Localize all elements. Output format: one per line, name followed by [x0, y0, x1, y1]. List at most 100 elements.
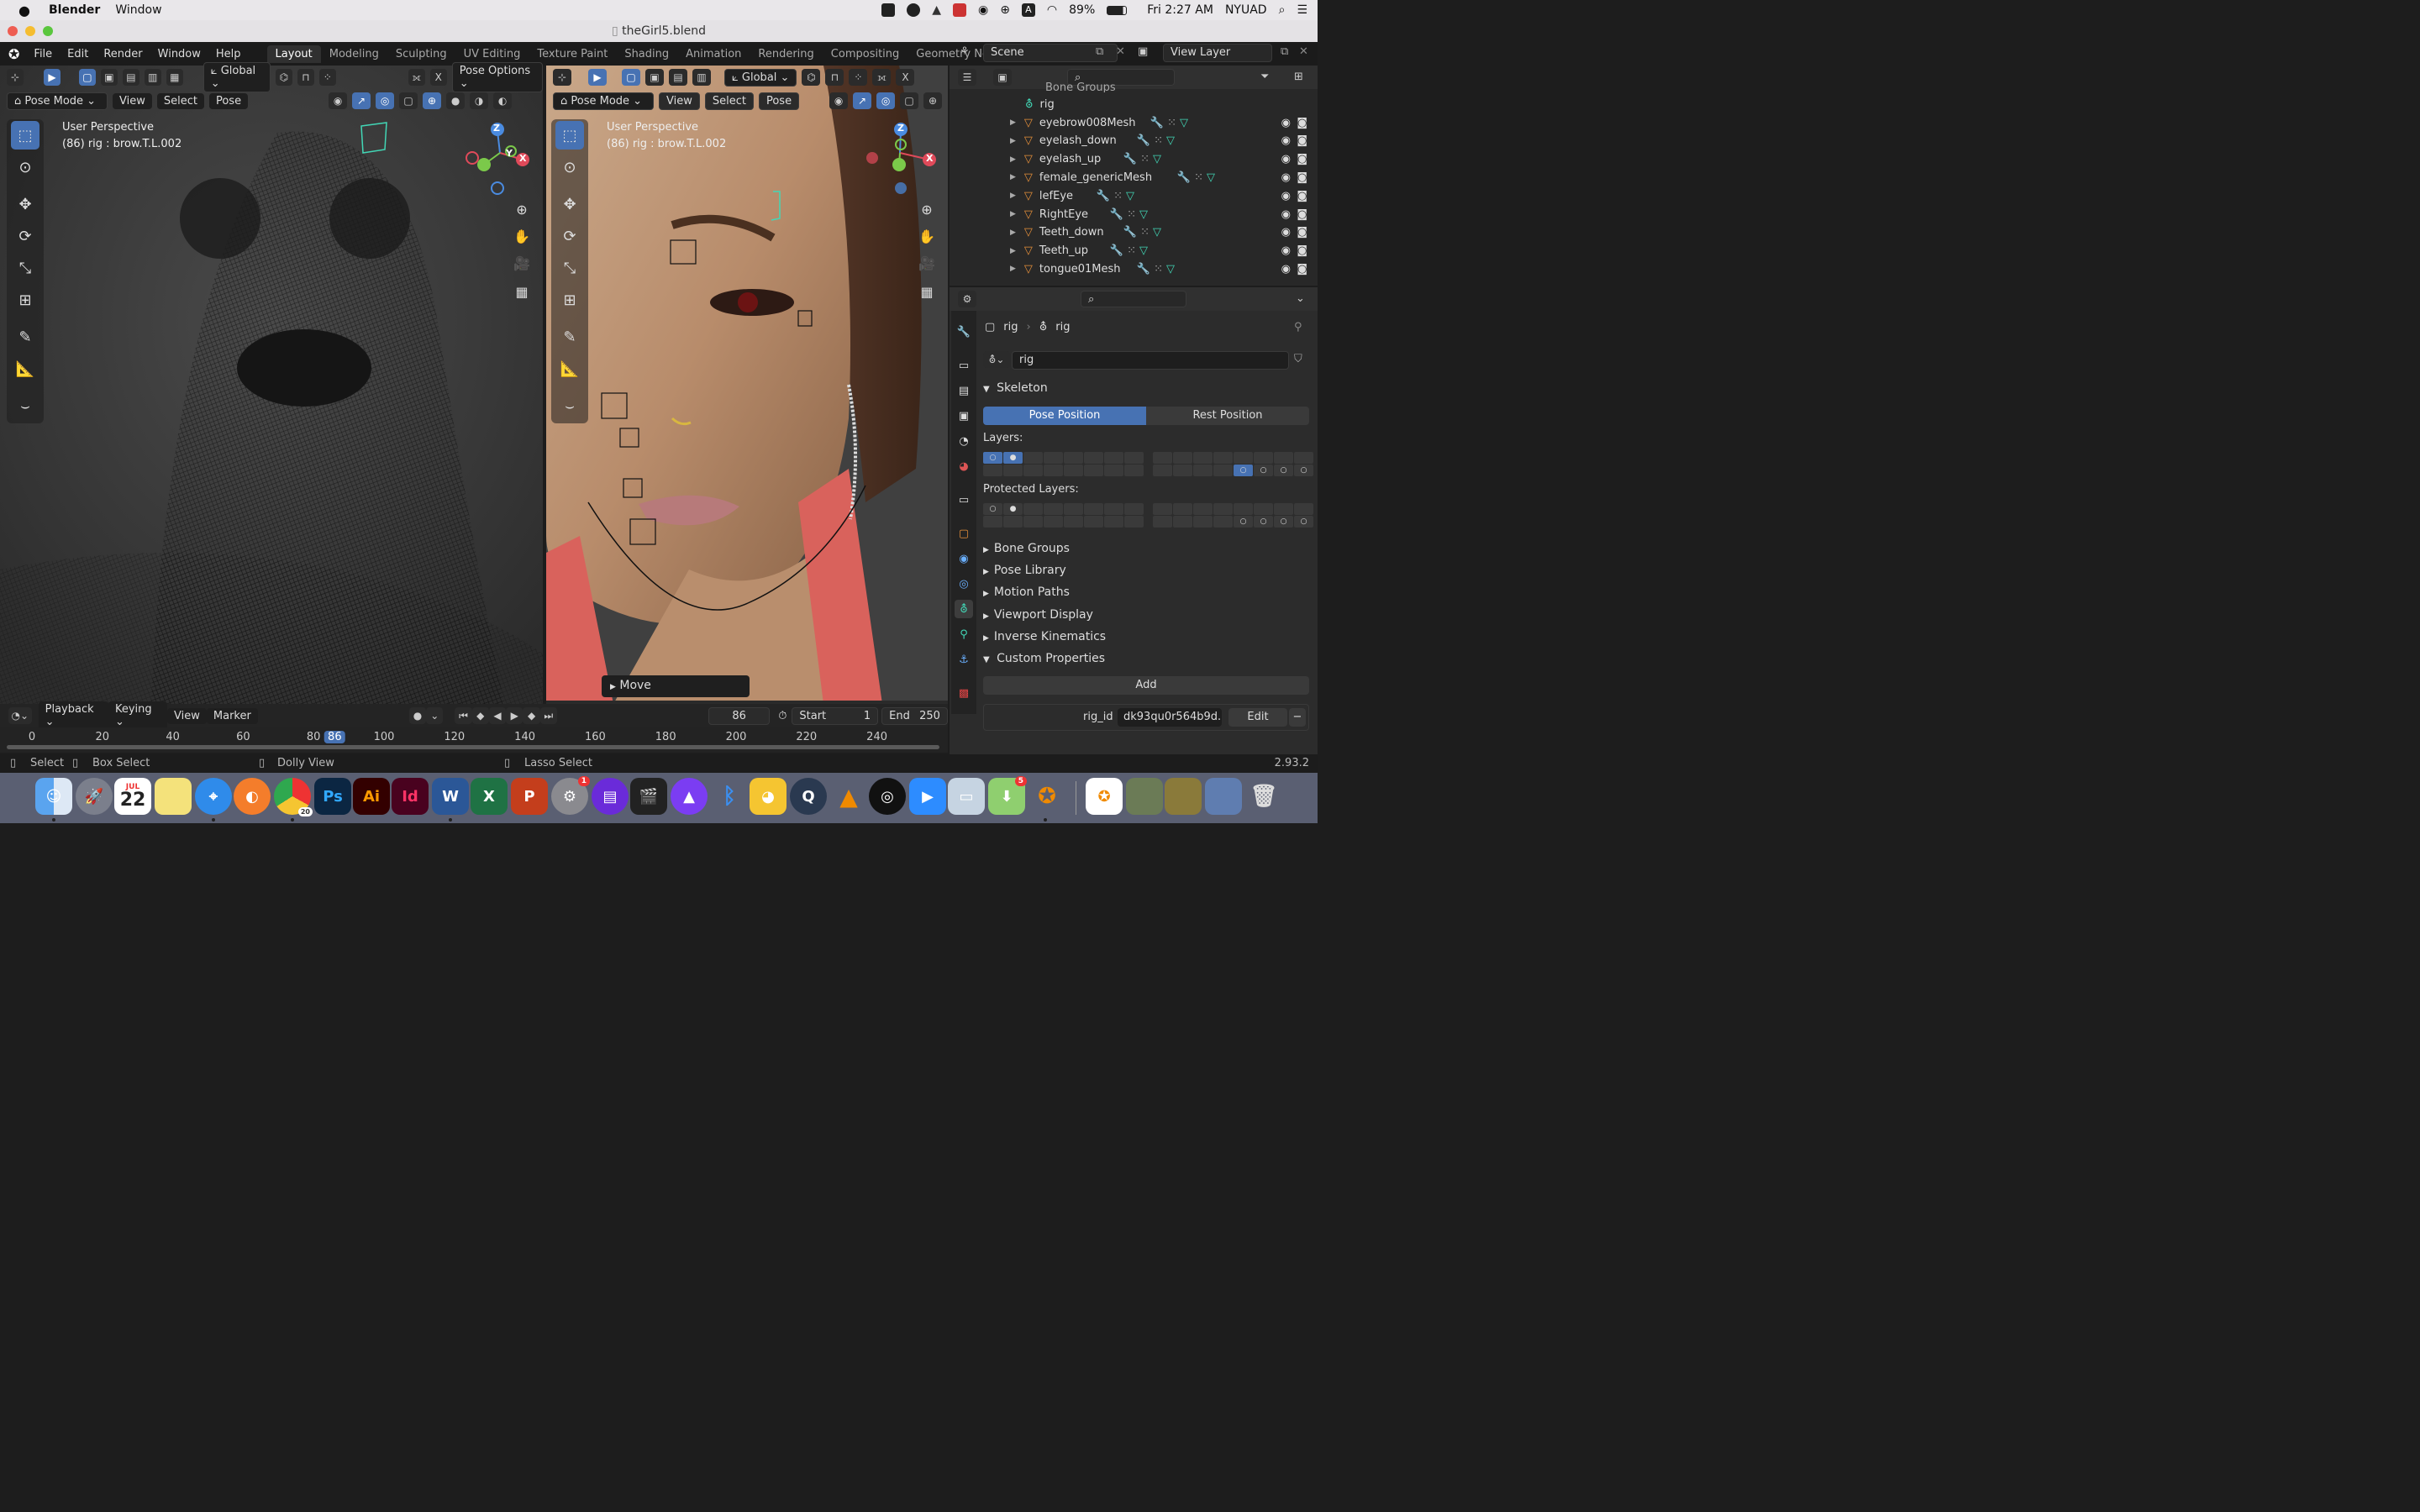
- tab-texture-icon[interactable]: ▩: [955, 684, 973, 702]
- finder-icon[interactable]: ☺: [35, 778, 72, 815]
- layer-toggle[interactable]: [1193, 465, 1213, 476]
- select-mode-subtract-icon-right[interactable]: ▤: [669, 69, 687, 86]
- scene-close-icon[interactable]: ✕: [1116, 45, 1125, 58]
- tab-output-icon[interactable]: ▤: [955, 381, 973, 400]
- visibility-eye-icon[interactable]: ◉: [1281, 153, 1291, 165]
- pose-position-button[interactable]: Pose Position: [983, 407, 1146, 425]
- video-icon[interactable]: [881, 3, 896, 17]
- last-operator-panel[interactable]: ▶ Move: [602, 675, 750, 697]
- layer-toggle[interactable]: [1294, 452, 1313, 464]
- menu-select-left[interactable]: Select: [156, 92, 204, 109]
- render-camera-icon[interactable]: ◙: [1297, 171, 1307, 184]
- render-camera-icon[interactable]: ◙: [1297, 226, 1307, 239]
- safari-icon[interactable]: ⌖: [195, 778, 232, 815]
- layer-toggle[interactable]: [1173, 465, 1192, 476]
- render-camera-icon[interactable]: ◙: [1297, 117, 1307, 129]
- menu-render[interactable]: Render: [96, 48, 150, 60]
- expand-arrow-icon[interactable]: ▶: [1010, 137, 1016, 145]
- select-mode-intersect-icon[interactable]: ▦: [166, 69, 183, 86]
- current-frame-field[interactable]: 86: [708, 706, 771, 725]
- jump-start-icon[interactable]: ⏮: [455, 707, 472, 724]
- tab-bone-icon[interactable]: ⚲: [955, 625, 973, 643]
- blend-document-icon[interactable]: ✪: [1086, 778, 1123, 815]
- armature-data-selector[interactable]: ⛢⌄ rig ⛉: [983, 351, 1309, 370]
- rest-position-button[interactable]: Rest Position: [1146, 407, 1309, 425]
- prev-keyframe-icon[interactable]: ◆: [471, 707, 489, 724]
- layer-toggle[interactable]: [1104, 503, 1123, 515]
- layer-toggle[interactable]: [1193, 516, 1213, 528]
- layer-toggle[interactable]: [1274, 503, 1293, 515]
- fake-user-shield-icon[interactable]: ⛉: [1294, 353, 1302, 365]
- orientation-dropdown[interactable]: ⟀ Global ⌄: [203, 62, 271, 92]
- render-camera-icon[interactable]: ◙: [1297, 134, 1307, 147]
- tab-modeling[interactable]: Modeling: [321, 45, 387, 63]
- outliner-row[interactable]: ▶ ▽ lefEye 🔧 ⁙ ▽ ◉ ◙: [951, 186, 1318, 205]
- layer-toggle[interactable]: ●: [1003, 503, 1023, 515]
- bluetooth-icon[interactable]: ᛒ: [711, 778, 748, 815]
- scene-copy-icon[interactable]: ⧉: [1096, 45, 1103, 58]
- expand-arrow-icon[interactable]: ▶: [1010, 265, 1016, 273]
- outliner-row[interactable]: ▶ ▽ eyelash_down 🔧 ⁙ ▽ ◉ ◙: [951, 132, 1318, 150]
- layer-toggle[interactable]: [1023, 465, 1043, 476]
- minimize-window-button[interactable]: [25, 26, 35, 36]
- custom-properties-panel-header[interactable]: ▼ Custom Properties: [983, 652, 1105, 665]
- battery-icon[interactable]: [1107, 5, 1128, 15]
- play-icon[interactable]: ▶: [506, 707, 523, 724]
- expand-arrow-icon[interactable]: ▶: [1010, 247, 1016, 255]
- clock-app-icon[interactable]: [907, 3, 921, 17]
- xray-icon-right[interactable]: ▢: [900, 92, 919, 109]
- tab-sculpting[interactable]: Sculpting: [387, 45, 455, 63]
- tab-world-icon[interactable]: ◕: [955, 457, 973, 475]
- layer-toggle[interactable]: [1104, 465, 1123, 476]
- tab-physics-icon[interactable]: ◎: [955, 575, 973, 593]
- select-mode-invert-icon-right[interactable]: ▥: [692, 69, 711, 86]
- expand-arrow-icon[interactable]: ▶: [1010, 155, 1016, 164]
- menu-help[interactable]: Help: [208, 48, 249, 60]
- select-mode-new-icon[interactable]: ▢: [78, 69, 96, 86]
- overlay-toggle-icon[interactable]: ◎: [376, 92, 395, 109]
- tab-object-icon[interactable]: ▢: [955, 524, 973, 543]
- layer-toggle[interactable]: [1044, 516, 1063, 528]
- select-tool-icon[interactable]: ▶: [43, 69, 60, 86]
- camera-icon-left[interactable]: 🎥: [511, 252, 533, 274]
- layer-toggle[interactable]: [983, 465, 1002, 476]
- outliner-row[interactable]: ▶ ▽ RightEye 🔧 ⁙ ▽ ◉ ◙: [951, 205, 1318, 223]
- render-camera-icon[interactable]: ◙: [1297, 153, 1307, 165]
- shading-wireframe-icon[interactable]: ⊕: [423, 92, 442, 109]
- ortho-grid-icon-left[interactable]: ▦: [511, 281, 533, 302]
- layer-toggle[interactable]: [1213, 465, 1233, 476]
- screen-recorder-icon[interactable]: ▤: [592, 778, 629, 815]
- layer-toggle[interactable]: [1213, 516, 1233, 528]
- layer-toggle[interactable]: [1044, 465, 1063, 476]
- render-camera-icon[interactable]: ◙: [1297, 208, 1307, 221]
- thumbnail-1-icon[interactable]: [1126, 778, 1163, 815]
- layer-toggle[interactable]: [1003, 465, 1023, 476]
- mode-dropdown-left[interactable]: ⌂ Pose Mode ⌄: [7, 92, 108, 110]
- layer-toggle[interactable]: ○: [1274, 516, 1293, 528]
- tool-relax-icon[interactable]: ⌣: [11, 391, 39, 420]
- layer-toggle[interactable]: [1294, 503, 1313, 515]
- properties-editor-type-icon[interactable]: ⚙: [958, 291, 976, 307]
- preview-icon[interactable]: ▭: [948, 778, 985, 815]
- tab-uv-editing[interactable]: UV Editing: [455, 45, 529, 63]
- cyberduck-icon[interactable]: ◕: [750, 778, 786, 815]
- installer-icon[interactable]: ⬇ 5: [988, 776, 1027, 815]
- tool-annotate-icon[interactable]: ✎: [11, 323, 39, 351]
- select-mode-extend-icon[interactable]: ▣: [100, 69, 118, 86]
- zoom-app-icon[interactable]: ▶: [909, 778, 946, 815]
- vlc-icon[interactable]: ▲: [932, 3, 941, 17]
- layer-toggle[interactable]: ○: [1254, 516, 1273, 528]
- notes-icon[interactable]: [155, 778, 192, 815]
- tab-bone-constraints-icon[interactable]: ⚓: [955, 650, 973, 669]
- layer-toggle[interactable]: ●: [1003, 452, 1023, 464]
- outliner-row[interactable]: ▶ ▽ female_genericMesh 🔧 ⁙ ▽ ◉ ◙: [951, 168, 1318, 186]
- expand-arrow-icon[interactable]: ▶: [1010, 228, 1016, 237]
- armature-name-field[interactable]: rig: [1012, 351, 1289, 370]
- tab-shading[interactable]: Shading: [616, 45, 677, 63]
- tool-measure-icon[interactable]: 📐: [11, 354, 39, 383]
- blender-logo-icon[interactable]: ✪: [8, 46, 19, 62]
- collapsed-panel-header[interactable]: ▶ Viewport Display: [983, 608, 1093, 622]
- layer-toggle[interactable]: ○: [1294, 465, 1313, 476]
- expand-arrow-icon[interactable]: ▶: [1010, 192, 1016, 200]
- tab-rendering[interactable]: Rendering: [750, 45, 822, 63]
